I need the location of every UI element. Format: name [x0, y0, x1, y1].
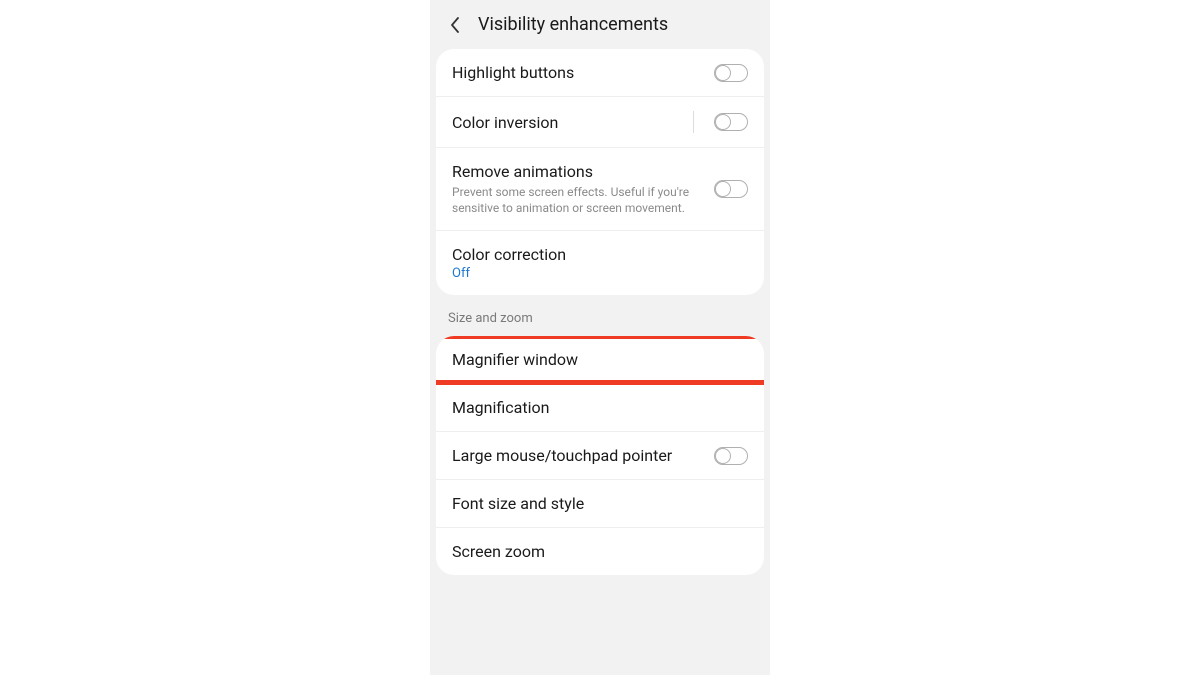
setting-label: Font size and style	[452, 494, 748, 513]
setting-color-inversion[interactable]: Color inversion	[436, 97, 764, 148]
setting-label: Remove animations	[452, 162, 704, 181]
section-header-size-zoom: Size and zoom	[430, 295, 770, 336]
page-title: Visibility enhancements	[478, 14, 668, 35]
setting-label: Large mouse/touchpad pointer	[452, 446, 704, 465]
setting-label: Color inversion	[452, 113, 693, 132]
setting-font-size-style[interactable]: Font size and style	[436, 480, 764, 528]
settings-card-1: Highlight buttons Color inversion Remove…	[436, 49, 764, 295]
settings-card-2: Magnifier window Magnification Large mou…	[436, 336, 764, 575]
toggle-large-pointer[interactable]	[714, 447, 748, 465]
header: Visibility enhancements	[430, 0, 770, 49]
setting-magnification[interactable]: Magnification	[436, 384, 764, 432]
toggle-remove-animations[interactable]	[714, 180, 748, 198]
setting-sublabel: Prevent some screen effects. Useful if y…	[452, 185, 704, 216]
setting-label: Screen zoom	[452, 542, 748, 561]
setting-status: Off	[452, 266, 748, 281]
toggle-highlight-buttons[interactable]	[714, 64, 748, 82]
divider	[693, 111, 694, 133]
setting-large-pointer[interactable]: Large mouse/touchpad pointer	[436, 432, 764, 480]
setting-highlight-buttons[interactable]: Highlight buttons	[436, 49, 764, 97]
setting-label: Highlight buttons	[452, 63, 704, 82]
setting-label: Magnifier window	[452, 350, 748, 369]
setting-screen-zoom[interactable]: Screen zoom	[436, 528, 764, 575]
setting-label: Magnification	[452, 398, 748, 417]
setting-remove-animations[interactable]: Remove animations Prevent some screen ef…	[436, 148, 764, 231]
setting-color-correction[interactable]: Color correction Off	[436, 231, 764, 295]
setting-magnifier-window[interactable]: Magnifier window	[436, 336, 764, 384]
settings-screen: Visibility enhancements Highlight button…	[430, 0, 770, 675]
toggle-color-inversion[interactable]	[714, 113, 748, 131]
setting-label: Color correction	[452, 245, 748, 264]
back-icon[interactable]	[446, 16, 464, 34]
